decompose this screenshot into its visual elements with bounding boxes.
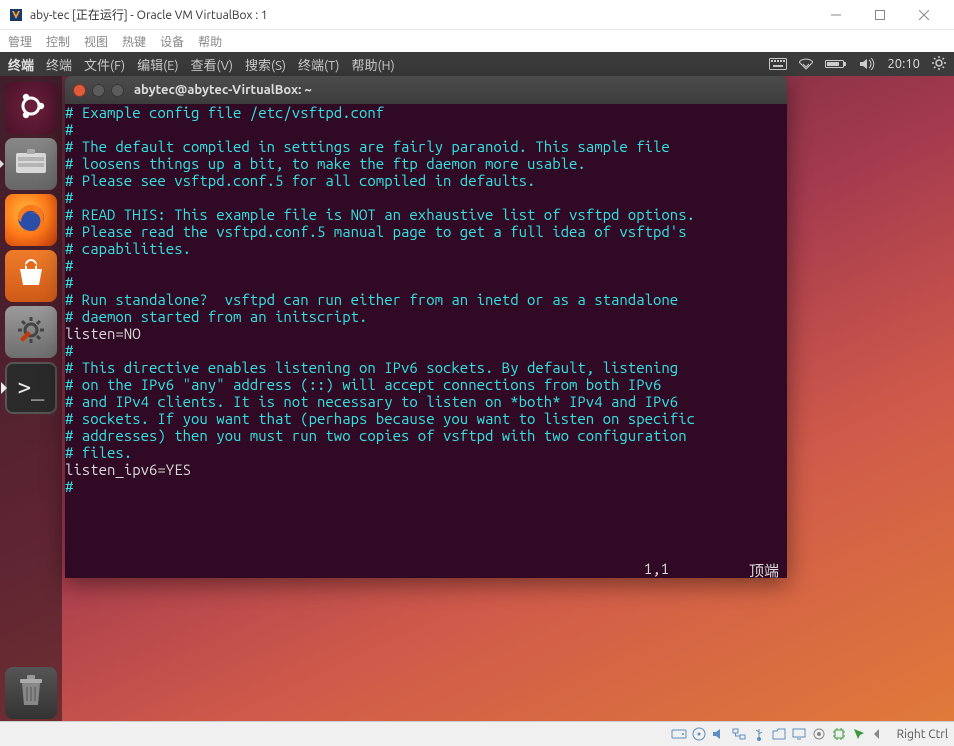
shared-folder-icon[interactable] [771, 726, 787, 742]
display-icon[interactable] [791, 726, 807, 742]
host-title: aby-tec [正在运行] - Oracle VM VirtualBox : … [30, 6, 814, 23]
mouse-integration-icon[interactable] [851, 726, 867, 742]
terminal-line: # [65, 342, 787, 359]
maximize-button[interactable] [858, 0, 902, 30]
terminal-line: # capabilities. [65, 240, 787, 257]
terminal-line: # daemon started from an initscript. [65, 308, 787, 325]
minimize-button[interactable] [814, 0, 858, 30]
launcher-dash[interactable] [5, 82, 57, 134]
terminal-line: listen=NO [65, 325, 787, 342]
terminal-line: # on the IPv6 "any" address (::) will ac… [65, 376, 787, 393]
files-icon [14, 147, 48, 181]
terminal-line: # Run standalone? vsftpd can run either … [65, 291, 787, 308]
host-key-label: Right Ctrl [897, 728, 948, 741]
host-menu-help[interactable]: 帮助 [198, 33, 222, 50]
hard-disk-icon[interactable] [671, 726, 687, 742]
ubuntu-logo-icon [14, 89, 48, 127]
launcher-settings[interactable] [5, 306, 57, 358]
cpu-icon[interactable] [831, 726, 847, 742]
terminal-status-line: 1,1 顶端 [65, 560, 787, 578]
terminal-minimize-button[interactable] [92, 84, 105, 97]
terminal-line: # addresses) then you must run two copie… [65, 427, 787, 444]
terminal-title: abytec@abytec-VirtualBox: ~ [134, 83, 312, 97]
network-indicator-icon[interactable] [799, 58, 813, 70]
terminal-line: # [65, 121, 787, 138]
host-key-icon [871, 726, 887, 742]
usb-icon[interactable] [751, 726, 767, 742]
terminal-window: abytec@abytec-VirtualBox: ~ # Example co… [65, 76, 787, 578]
launcher-terminal[interactable]: >_ [5, 362, 57, 414]
panel-menu-terminal[interactable]: 终端 [46, 55, 72, 74]
panel-indicators: 20:10 [769, 56, 946, 73]
trash-icon [16, 673, 46, 713]
ubuntu-desktop: 终端 终端 文件(F) 编辑(E) 查看(V) 搜索(S) 终端(T) 帮助(H… [0, 52, 954, 721]
terminal-line: # Please see vsftpd.conf.5 for all compi… [65, 172, 787, 189]
firefox-icon [13, 200, 49, 240]
host-window-controls [814, 0, 946, 30]
close-button[interactable] [902, 0, 946, 30]
scroll-indicator: 顶端 [749, 560, 779, 578]
gear-icon[interactable] [932, 56, 946, 73]
terminal-line: # [65, 189, 787, 206]
panel-menu-file[interactable]: 文件(F) [84, 55, 125, 74]
keyboard-indicator-icon[interactable] [769, 58, 787, 70]
terminal-line: # [65, 274, 787, 291]
panel-menu-edit[interactable]: 编辑(E) [137, 55, 178, 74]
panel-menu-view[interactable]: 查看(V) [191, 55, 233, 74]
terminal-line: # The default compiled in settings are f… [65, 138, 787, 155]
cursor-position: 1,1 [644, 560, 669, 578]
host-statusbar: Right Ctrl [0, 721, 954, 746]
launcher-software[interactable] [5, 250, 57, 302]
panel-menu-terminal2[interactable]: 终端(T) [298, 55, 339, 74]
panel-time[interactable]: 20:10 [887, 57, 920, 71]
host-menu-devices[interactable]: 设备 [160, 33, 184, 50]
launcher-trash[interactable] [5, 667, 57, 719]
settings-icon [14, 313, 48, 351]
terminal-line: # and IPv4 clients. It is not necessary … [65, 393, 787, 410]
terminal-line: listen_ipv6=YES [65, 461, 787, 478]
panel-menus: 终端 文件(F) 编辑(E) 查看(V) 搜索(S) 终端(T) 帮助(H) [46, 55, 395, 74]
panel-menu-help[interactable]: 帮助(H) [351, 55, 394, 74]
terminal-body[interactable]: # Example config file /etc/vsftpd.conf##… [65, 104, 787, 495]
ubuntu-top-panel: 终端 终端 文件(F) 编辑(E) 查看(V) 搜索(S) 终端(T) 帮助(H… [0, 52, 954, 76]
terminal-line: # [65, 257, 787, 274]
audio-icon[interactable] [711, 726, 727, 742]
terminal-line: # [65, 478, 787, 495]
recording-icon[interactable] [811, 726, 827, 742]
panel-app-name: 终端 [8, 55, 34, 74]
host-titlebar: aby-tec [正在运行] - Oracle VM VirtualBox : … [0, 0, 954, 30]
terminal-line: # sockets. If you want that (perhaps bec… [65, 410, 787, 427]
panel-menu-search[interactable]: 搜索(S) [245, 55, 286, 74]
unity-launcher: >_ [0, 76, 62, 721]
host-menu-bar: 管理 控制 视图 热键 设备 帮助 [0, 30, 954, 52]
terminal-icon: >_ [18, 376, 45, 401]
host-menu-manage[interactable]: 管理 [8, 33, 32, 50]
terminal-line: # loosens things up a bit, to make the f… [65, 155, 787, 172]
optical-disk-icon[interactable] [691, 726, 707, 742]
battery-indicator-icon[interactable] [825, 58, 847, 70]
launcher-firefox[interactable] [5, 194, 57, 246]
terminal-titlebar[interactable]: abytec@abytec-VirtualBox: ~ [65, 76, 787, 104]
launcher-files[interactable] [5, 138, 57, 190]
virtualbox-icon [8, 7, 24, 23]
terminal-line: # This directive enables listening on IP… [65, 359, 787, 376]
host-menu-hotkeys[interactable]: 热键 [122, 33, 146, 50]
host-menu-control[interactable]: 控制 [46, 33, 70, 50]
network-icon[interactable] [731, 726, 747, 742]
terminal-line: # files. [65, 444, 787, 461]
sound-indicator-icon[interactable] [859, 58, 875, 70]
software-icon [14, 257, 48, 295]
terminal-line: # Example config file /etc/vsftpd.conf [65, 104, 787, 121]
terminal-line: # READ THIS: This example file is NOT an… [65, 206, 787, 223]
host-menu-view[interactable]: 视图 [84, 33, 108, 50]
terminal-maximize-button[interactable] [111, 84, 124, 97]
terminal-line: # Please read the vsftpd.conf.5 manual p… [65, 223, 787, 240]
terminal-close-button[interactable] [73, 84, 86, 97]
